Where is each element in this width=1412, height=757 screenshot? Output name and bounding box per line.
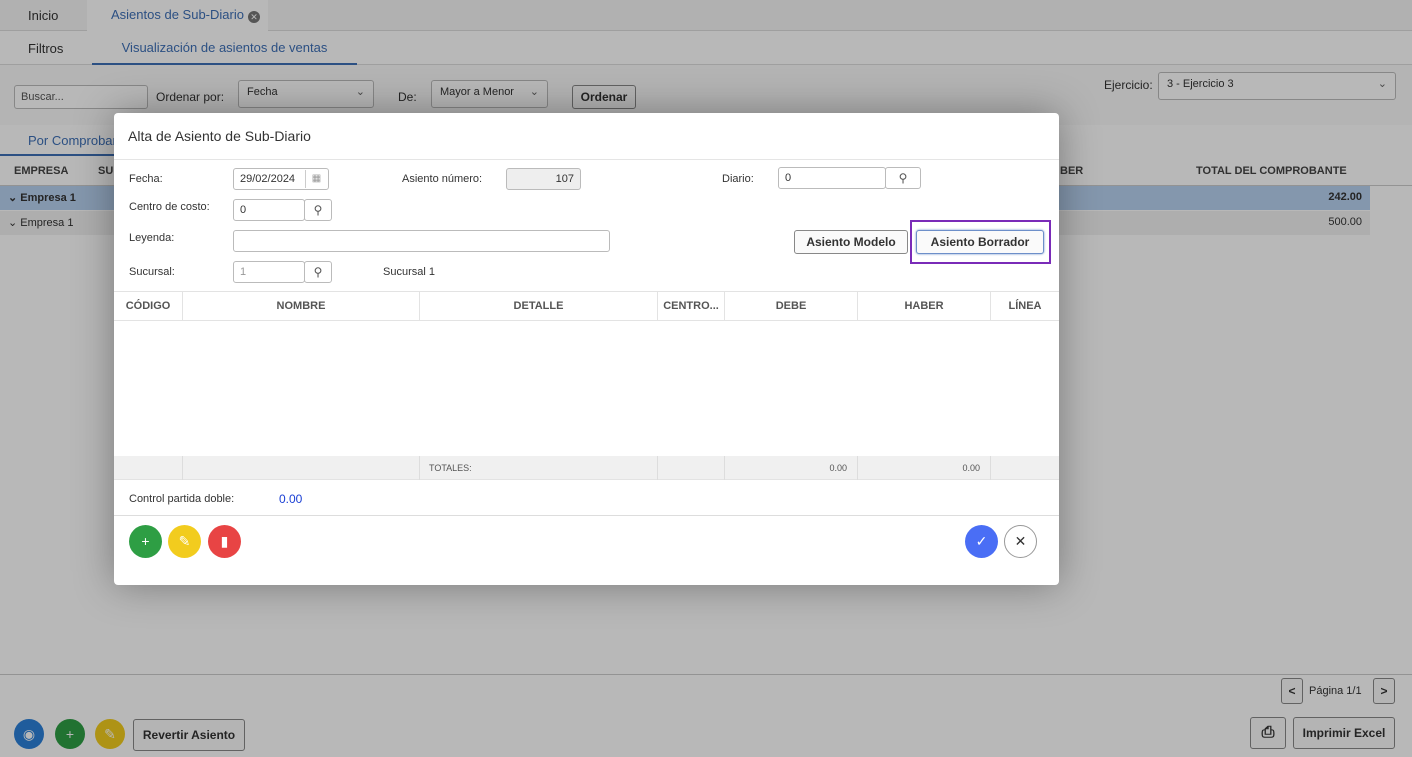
col-nombre[interactable]: NOMBRE [183,292,420,320]
asiento-modelo-button[interactable]: Asiento Modelo [794,230,908,254]
search-icon[interactable]: ⚲ [885,167,921,189]
foot-cell [114,456,183,480]
col-debe[interactable]: DEBE [725,292,858,320]
col-haber[interactable]: HABER [858,292,991,320]
centro-costo-input[interactable]: 0 [233,199,305,221]
grid-header: CÓDIGO NOMBRE DETALLE CENTRO... DEBE HAB… [114,291,1059,321]
modal-alta-asiento: Alta de Asiento de Sub-Diario Fecha: 29/… [114,113,1059,585]
calendar-icon[interactable]: ▦ [305,170,327,188]
leyenda-label: Leyenda: [129,232,175,244]
diario-input[interactable]: 0 [778,167,886,189]
asiento-numero-field: 107 [506,168,581,190]
grid-body[interactable] [114,321,1059,456]
grid-totals-row: TOTALES: 0.00 0.00 [114,456,1059,480]
pencil-icon[interactable]: ✎ [168,525,201,558]
search-icon[interactable]: ⚲ [304,261,332,283]
modal-title: Alta de Asiento de Sub-Diario [128,128,311,144]
foot-cell [658,456,725,480]
col-codigo[interactable]: CÓDIGO [114,292,183,320]
leyenda-input[interactable] [233,230,610,252]
search-icon[interactable]: ⚲ [304,199,332,221]
sucursal-input[interactable]: 1 [233,261,305,283]
fecha-label: Fecha: [129,173,163,185]
total-debe: 0.00 [725,456,858,480]
close-icon[interactable]: ✕ [1004,525,1037,558]
sucursal-label: Sucursal: [129,266,175,278]
divider [114,515,1059,516]
fecha-input[interactable]: 29/02/2024 ▦ [233,168,329,190]
totals-label: TOTALES: [420,456,658,480]
plus-icon[interactable]: + [129,525,162,558]
divider [114,159,1059,160]
col-detalle[interactable]: DETALLE [420,292,658,320]
control-partida-label: Control partida doble: [129,493,235,505]
check-icon[interactable]: ✓ [965,525,998,558]
control-partida-value: 0.00 [279,492,303,506]
diario-label: Diario: [722,173,754,185]
fecha-value: 29/02/2024 [240,173,296,185]
asiento-numero-label: Asiento número: [402,173,483,185]
highlight-box [910,220,1051,264]
foot-cell [183,456,420,480]
centro-costo-label: Centro de costo: [129,201,210,213]
col-linea[interactable]: LÍNEA [991,292,1059,320]
total-haber: 0.00 [858,456,991,480]
trash-icon[interactable]: ▮ [208,525,241,558]
col-centro[interactable]: CENTRO... [658,292,725,320]
sucursal-name: Sucursal 1 [383,266,435,278]
